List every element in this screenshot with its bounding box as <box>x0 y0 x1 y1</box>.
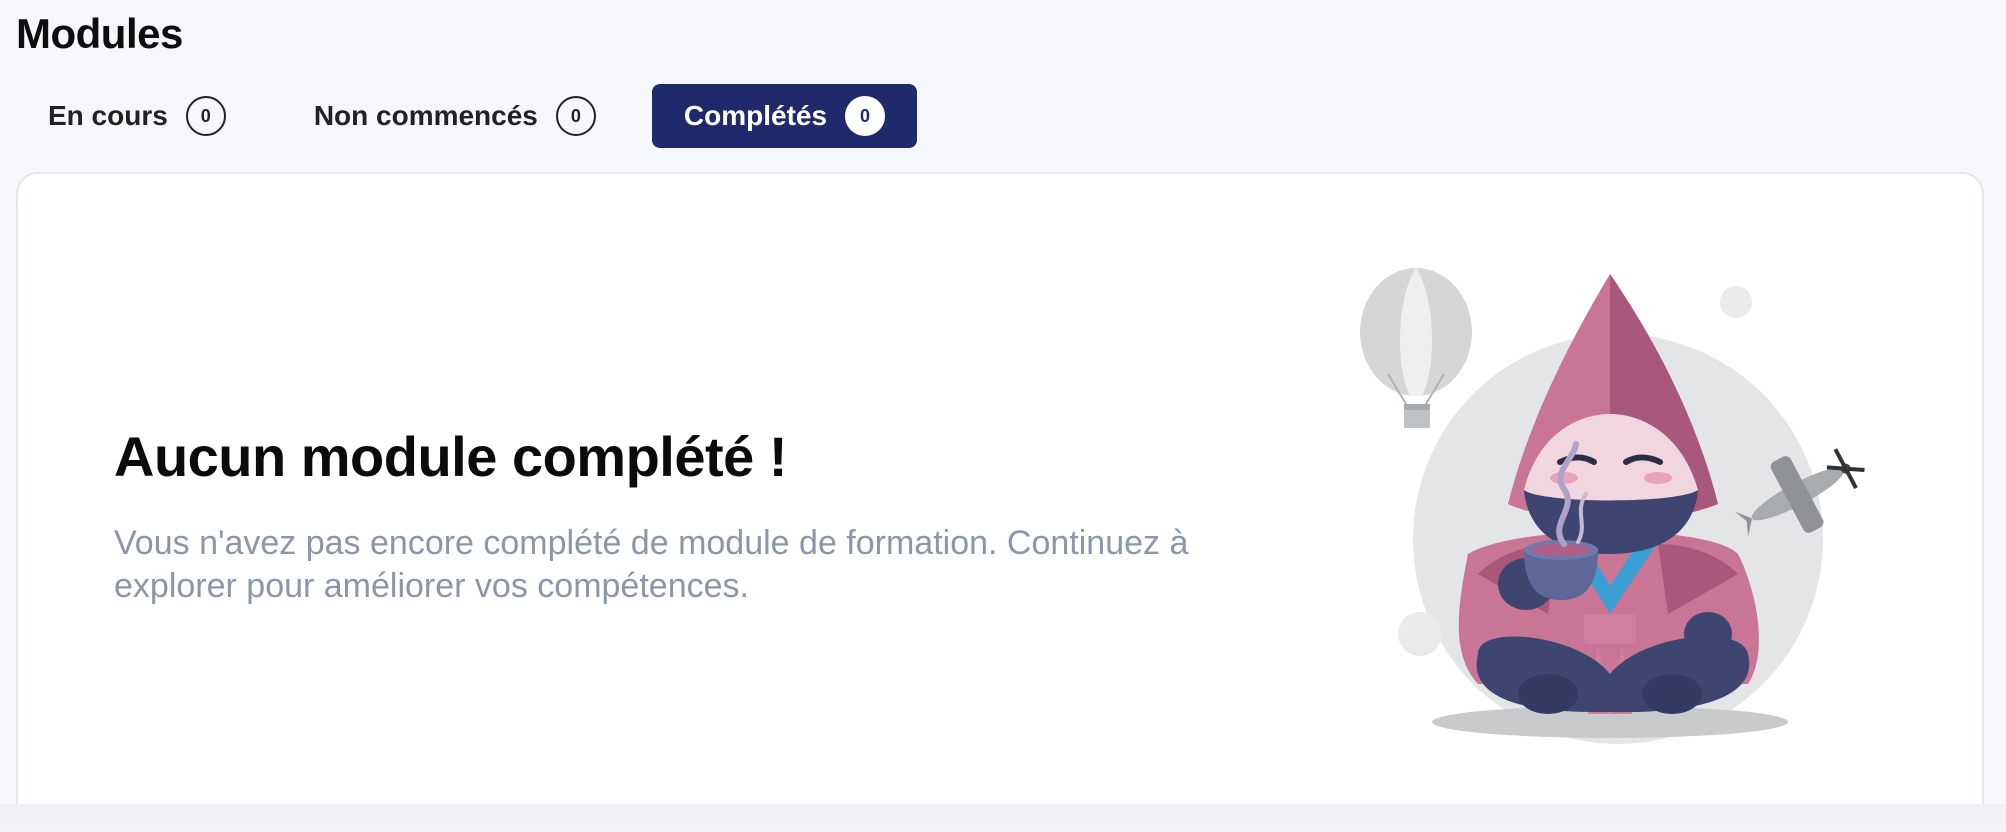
empty-state-title: Aucun module complété ! <box>114 425 788 488</box>
decor-dot <box>1720 286 1752 318</box>
tab-label: Complétés <box>683 100 828 131</box>
tab-label: Non commencés <box>313 100 538 131</box>
tab-completed[interactable]: Complétés 0 <box>651 84 918 148</box>
page-title: Modules <box>16 10 183 57</box>
tab-count-badge: 0 <box>185 96 226 136</box>
empty-state-description: Vous n'avez pas encore complété de modul… <box>114 524 1189 605</box>
tab-count-badge: 0 <box>555 96 596 136</box>
module-tabs: En cours 0 Non commencés 0 Complétés 0 <box>16 84 941 148</box>
tab-count-badge: 0 <box>845 96 886 136</box>
footer-shade <box>0 804 2006 832</box>
hot-air-balloon-icon <box>1360 268 1472 428</box>
ninja-drinking-tea-illustration <box>1360 268 1865 744</box>
tab-in-progress[interactable]: En cours 0 <box>16 84 258 148</box>
decor-dot <box>1398 612 1442 656</box>
tab-label: En cours <box>48 100 168 131</box>
tab-not-started[interactable]: Non commencés 0 <box>282 84 628 148</box>
empty-state-panel: Aucun module complété ! Vous n'avez pas … <box>16 172 1984 804</box>
